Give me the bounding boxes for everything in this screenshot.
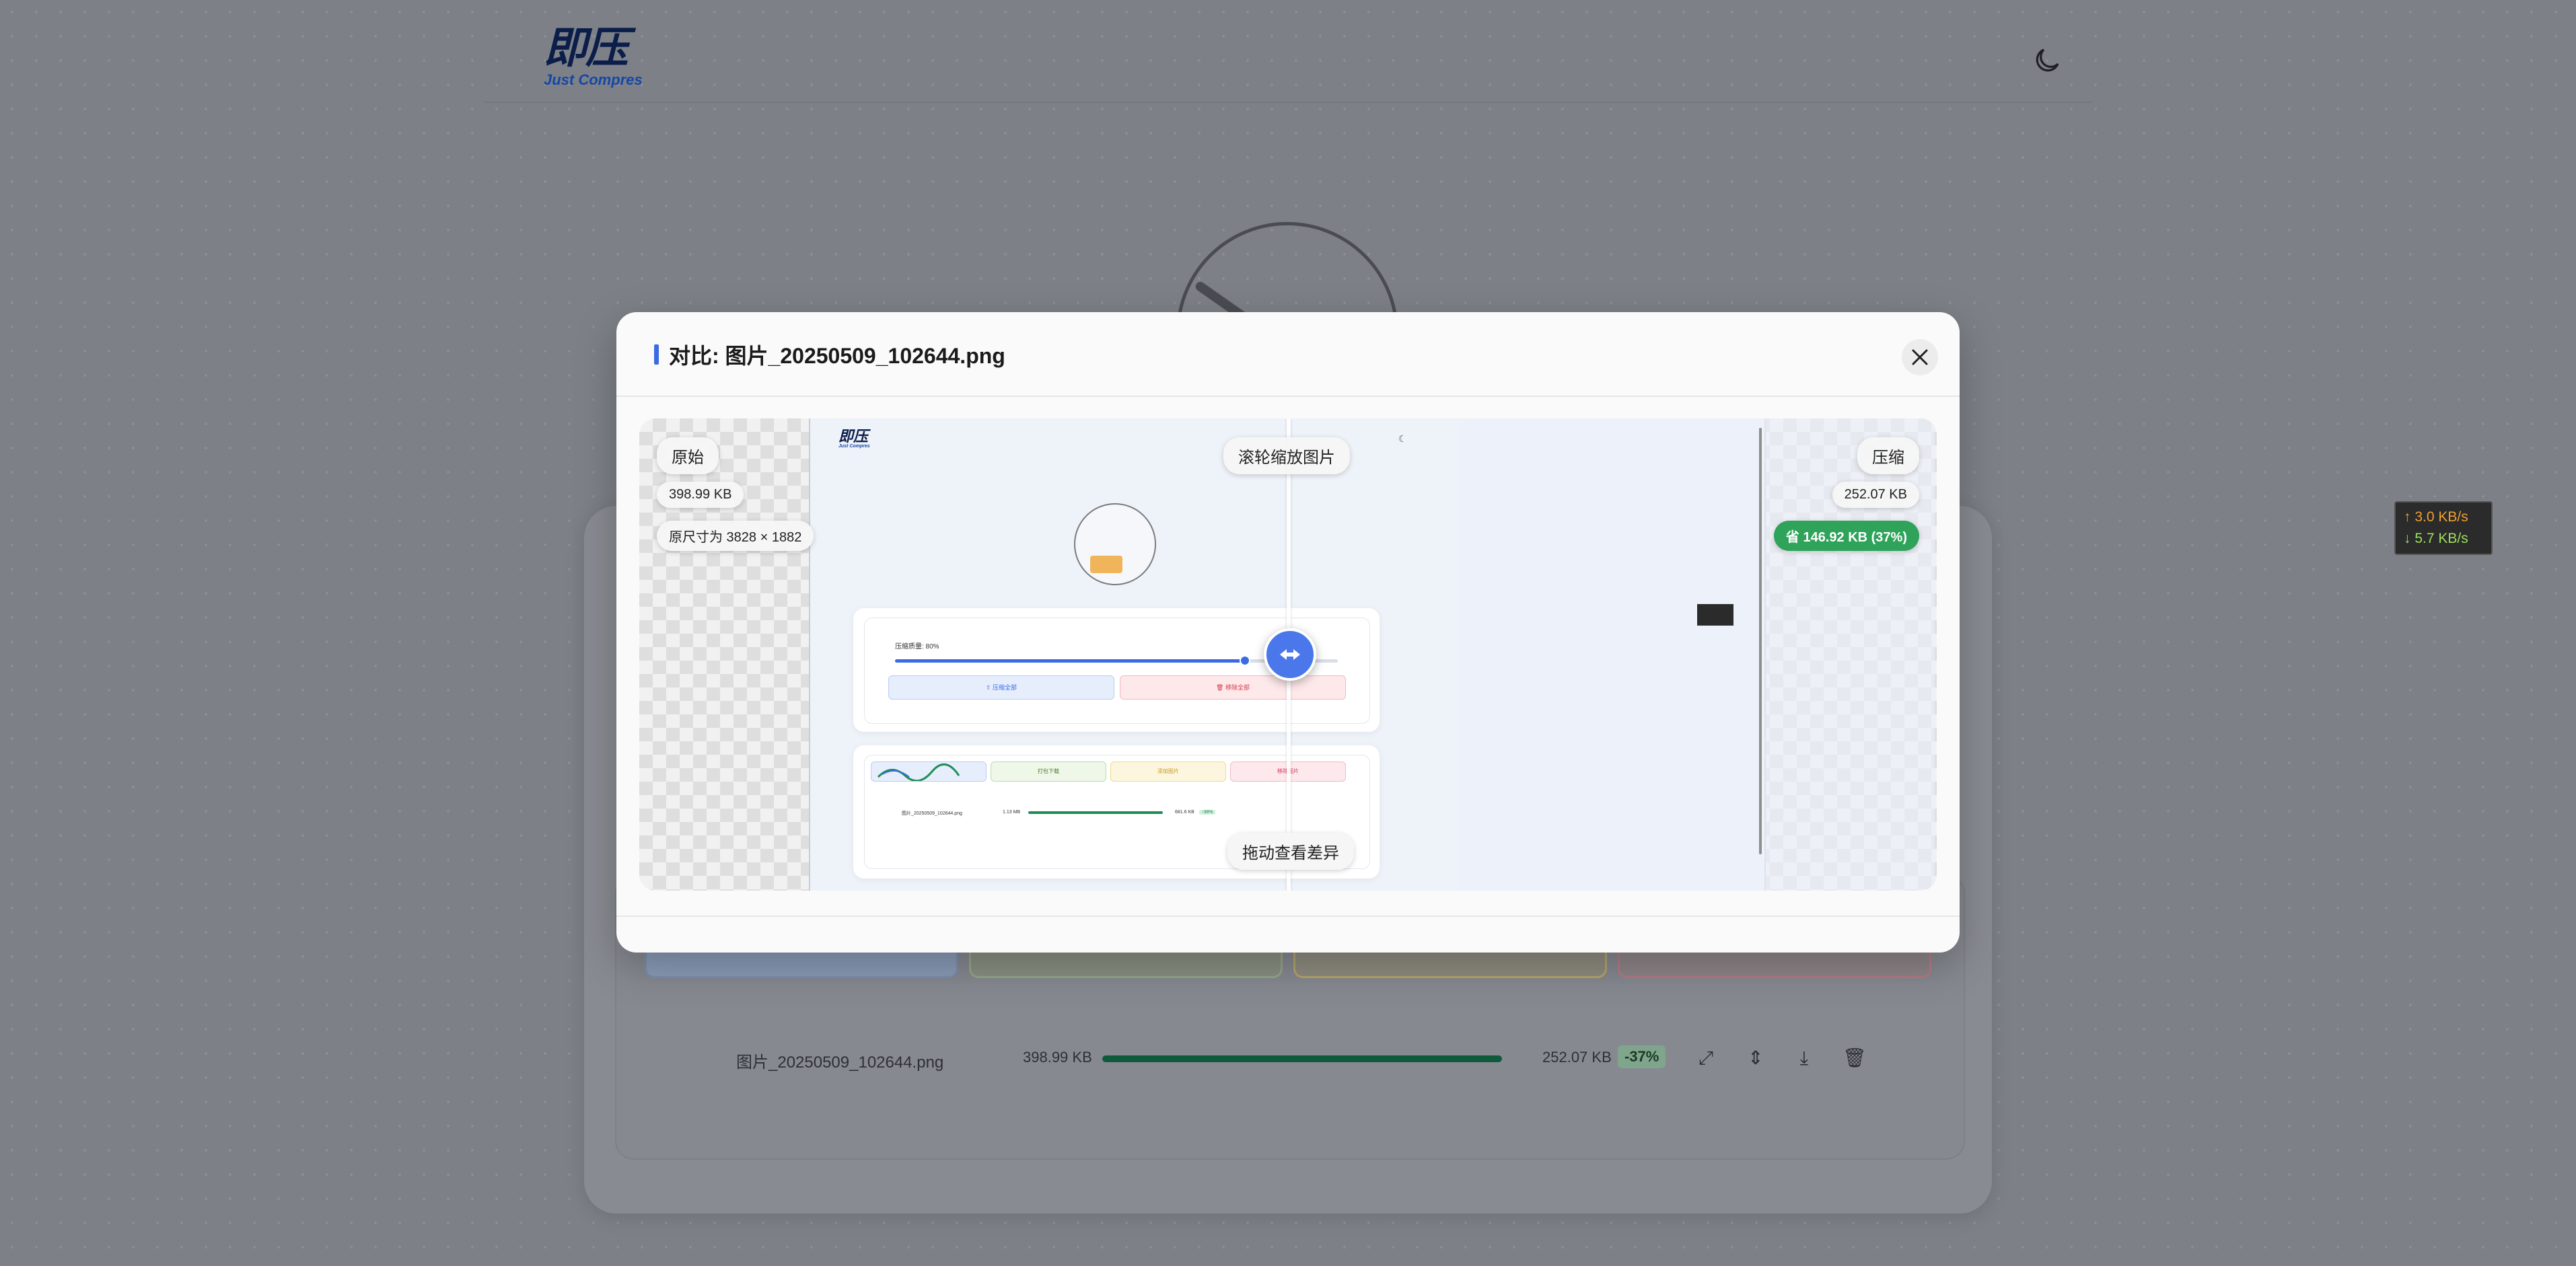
preview-row-original: 1.13 MB [1003, 810, 1021, 815]
compare-drag-handle[interactable] [1264, 628, 1316, 681]
close-icon [1912, 349, 1928, 365]
preview-compress-all-button: ⇧ 压缩全部 [888, 675, 1114, 700]
trash-icon[interactable]: 🗑 [1842, 1047, 1867, 1070]
file-name: 图片_20250509_102644.png [736, 1053, 944, 1072]
preview-illustration-box [1090, 556, 1122, 573]
preview-thumbnail [871, 761, 987, 782]
compressed-label: 压缩 [1857, 437, 1919, 474]
preview-quality-label: 压缩质量: 80% [895, 643, 939, 650]
preview-row-progress [1028, 811, 1163, 814]
compare-icon[interactable]: ⇕ [1744, 1047, 1767, 1070]
saved-badge: 省 146.92 KB (37%) [1773, 521, 1919, 551]
preview-add-button: 添加图片 [1110, 761, 1226, 782]
close-button[interactable] [1902, 339, 1938, 375]
modal-header: 对比: 图片_20250509_102644.png [616, 312, 1960, 397]
preview-scrollbar [1759, 428, 1762, 854]
preview-thumbnail-scribble [877, 764, 960, 782]
preview-moon-icon: ☾ [1398, 433, 1407, 444]
preview-logo-subtitle: Just Compres [838, 444, 870, 449]
preview-pack-button: 打包下载 [991, 761, 1106, 782]
logo-subtitle: Just Compres [544, 71, 643, 88]
change-badge: -37% [1618, 1045, 1666, 1068]
compression-progress-bar [1102, 1055, 1502, 1062]
preview-quality-knob [1240, 655, 1250, 666]
image-compare-viewer[interactable]: 即压 Just Compres ☾ 压缩质量: 80% ⇧ 压缩全部 🗑 移除全… [639, 418, 1937, 891]
original-size: 398.99 KB [1023, 1049, 1092, 1066]
compressed-size-badge: 252.07 KB [1832, 482, 1919, 508]
arrows-horizontal-icon [1280, 649, 1300, 660]
app-logo[interactable]: 即压 Just Compres [544, 27, 651, 94]
original-dimensions-badge: 原尺寸为 3828 × 1882 [657, 521, 814, 551]
preview-speed-widget [1697, 604, 1733, 626]
preview-remove-all-button: 🗑 移除全部 [1120, 675, 1346, 700]
zoom-hint: 滚轮缩放图片 [1223, 437, 1350, 474]
original-size-badge: 398.99 KB [657, 482, 744, 508]
network-speed-widget: ↑ 3.0 KB/s ↓ 5.7 KB/s [2394, 501, 2493, 555]
preview-logo: 即压 [838, 428, 869, 445]
title-accent-bar [654, 344, 659, 365]
compare-modal: 对比: 图片_20250509_102644.png 即压 Just Compr… [616, 312, 1960, 953]
moon-icon[interactable] [2031, 44, 2063, 77]
compressed-size: 252.07 KB [1542, 1049, 1612, 1066]
download-icon[interactable]: ⤓ [1793, 1047, 1816, 1070]
preview-row-change: -38% [1199, 810, 1216, 815]
preview-row-filename: 图片_20250509_102644.png [902, 811, 962, 816]
header-divider [485, 102, 2091, 103]
upload-speed: ↑ 3.0 KB/s [2404, 509, 2468, 525]
modal-footer-divider [616, 916, 1960, 917]
original-label: 原始 [657, 437, 719, 474]
preview-quality-slider-fill [895, 659, 1245, 663]
logo-mark: 即压 [544, 23, 629, 73]
expand-icon[interactable]: ⤢ [1694, 1047, 1717, 1070]
drag-hint: 拖动查看差异 [1227, 833, 1354, 870]
preview-row-compressed: 681.6 KB [1175, 810, 1194, 815]
modal-title: 对比: 图片_20250509_102644.png [669, 344, 1005, 368]
download-speed: ↓ 5.7 KB/s [2404, 531, 2468, 546]
